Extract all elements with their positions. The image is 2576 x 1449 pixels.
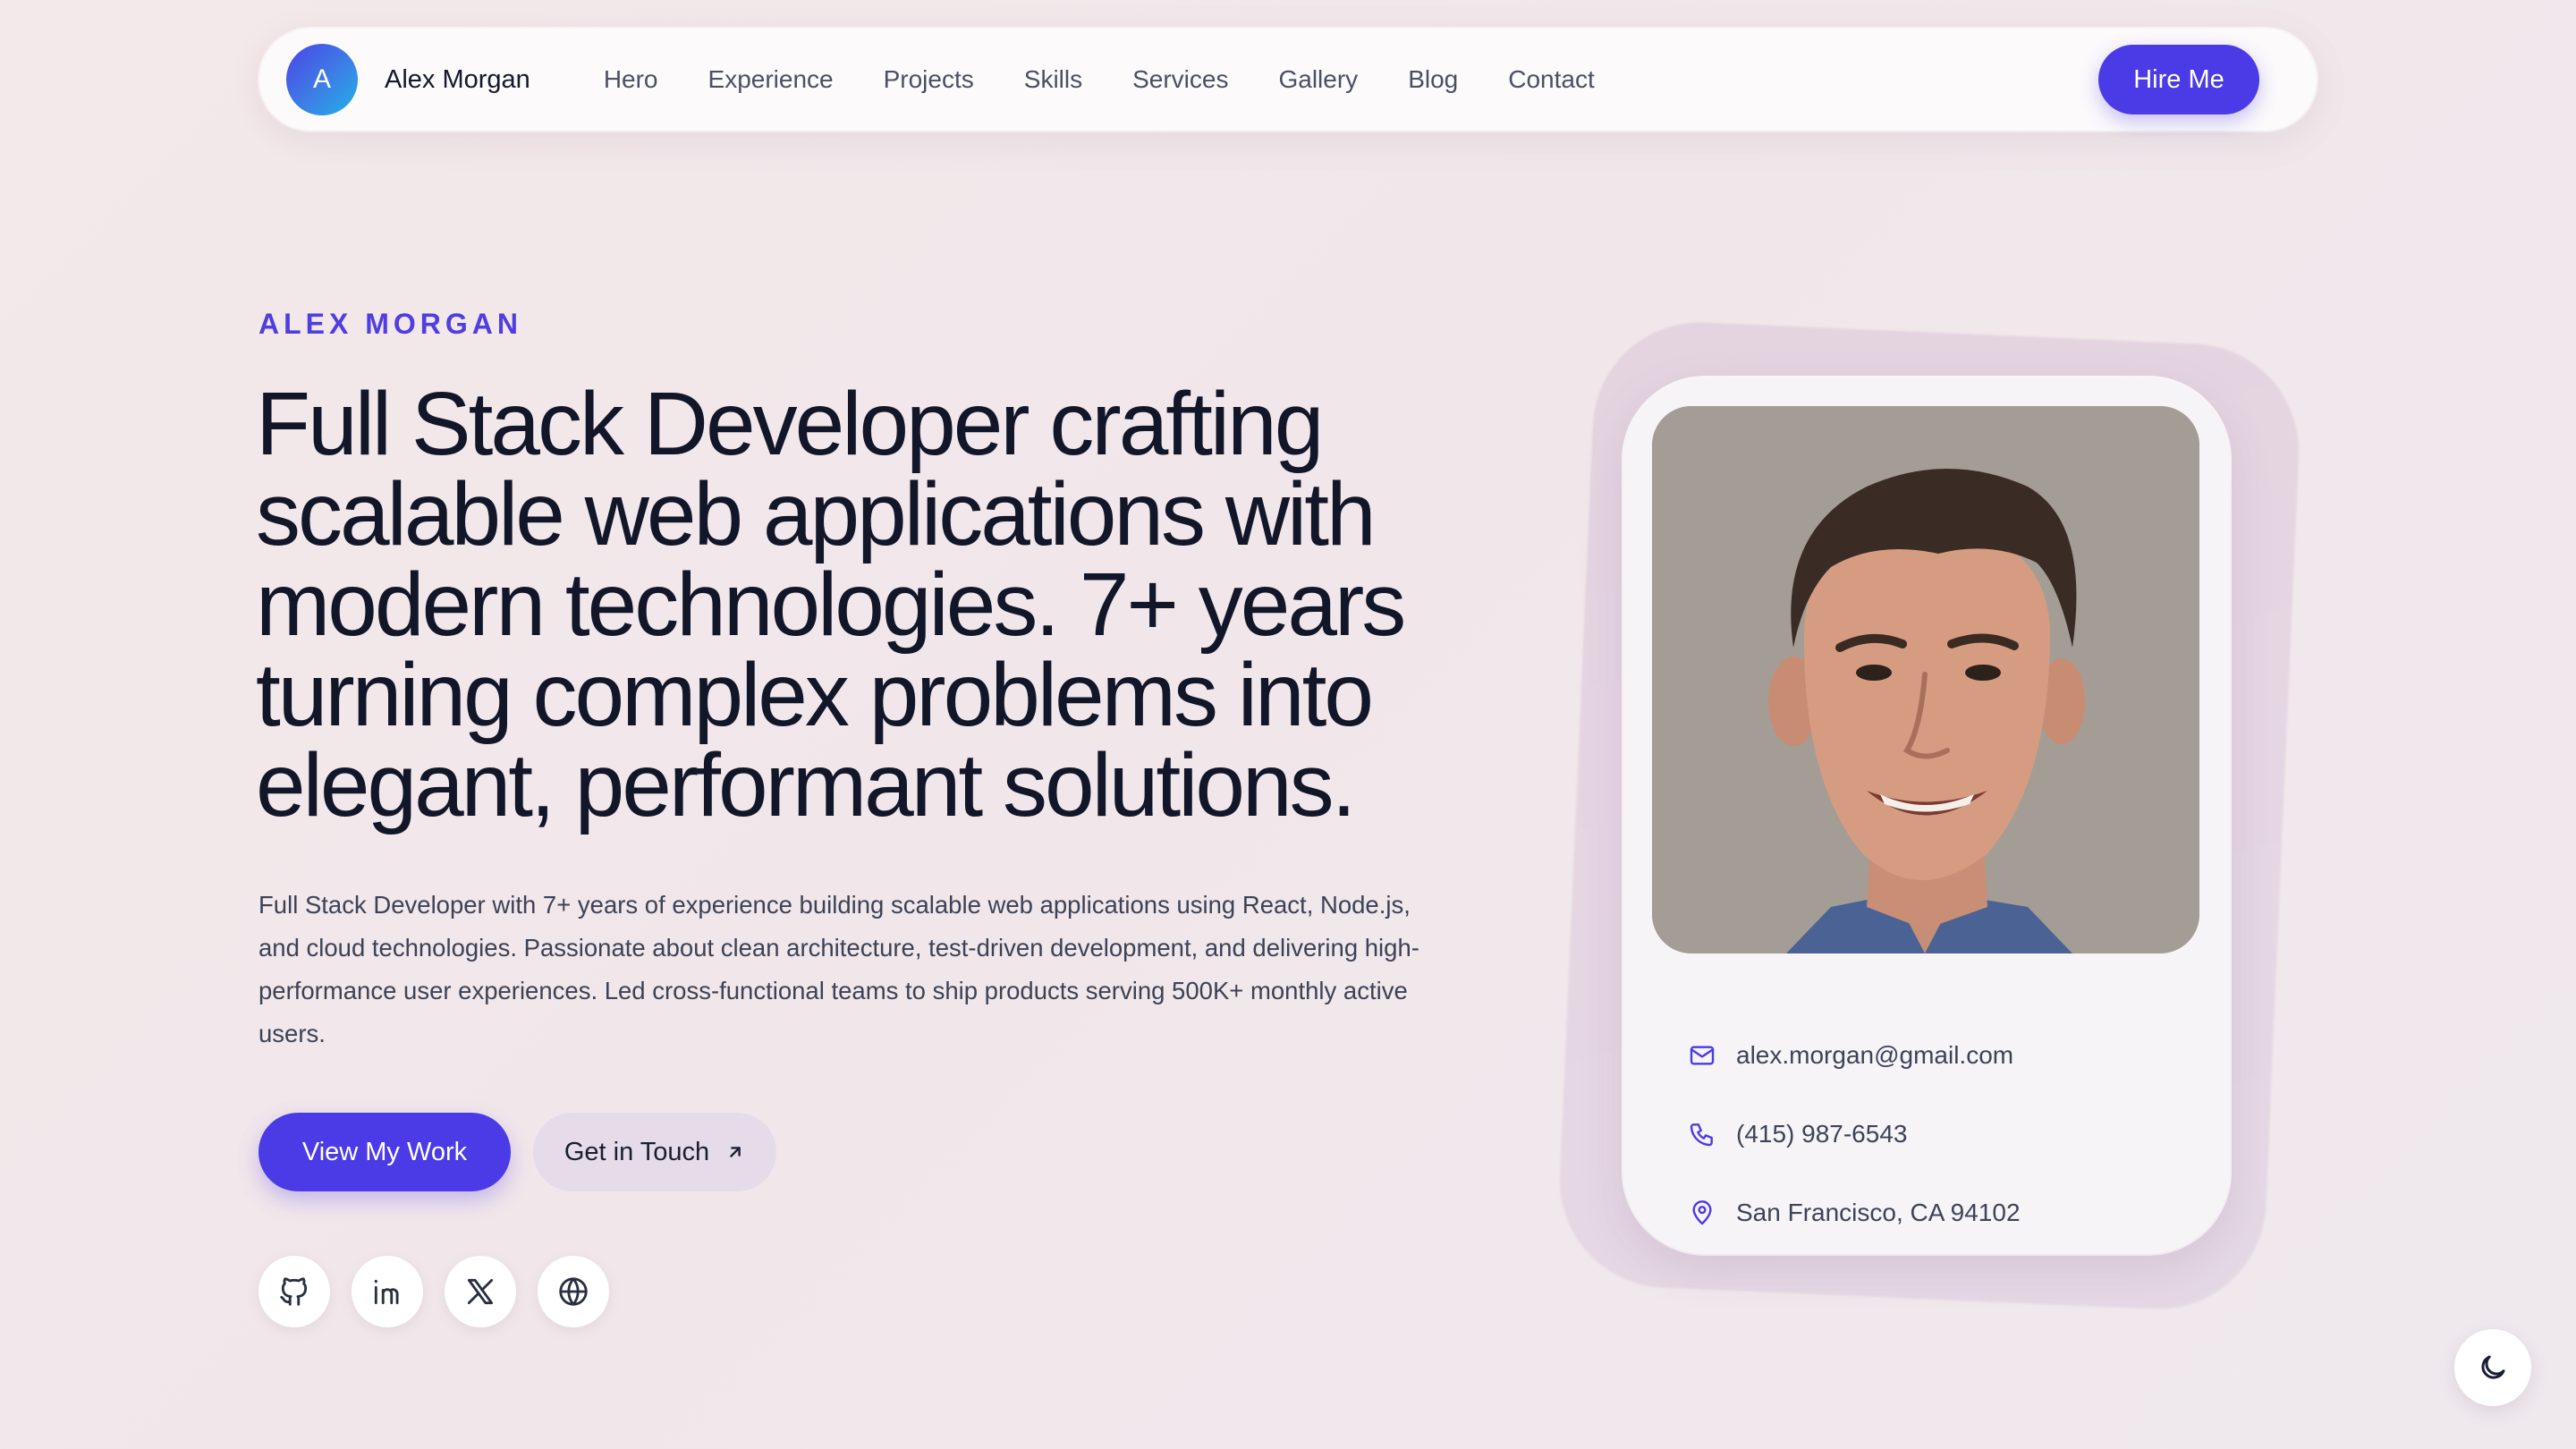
view-my-work-button[interactable]: View My Work: [258, 1113, 511, 1191]
linkedin-link[interactable]: [352, 1256, 423, 1327]
phone-text: (415) 987-6543: [1736, 1120, 1908, 1148]
arrow-up-right-icon: [730, 1147, 741, 1157]
get-in-touch-label: Get in Touch: [564, 1137, 710, 1166]
globe-icon: [559, 1277, 588, 1306]
top-navigation: A Alex Morgan Hero Experience Projects S…: [259, 29, 2317, 131]
nav-link-experience[interactable]: Experience: [708, 65, 834, 94]
profile-photo: [1652, 406, 2199, 953]
nav-links: Hero Experience Projects Skills Services…: [604, 65, 1645, 94]
view-my-work-label: View My Work: [301, 1137, 468, 1166]
profile-portrait: [1652, 406, 2199, 953]
nav-link-projects[interactable]: Projects: [884, 65, 974, 94]
brand[interactable]: A Alex Morgan: [286, 44, 530, 115]
avatar: A: [286, 44, 358, 115]
contact-email[interactable]: alex.morgan@gmail.com: [1688, 1041, 2013, 1070]
theme-toggle-button[interactable]: [2454, 1329, 2531, 1406]
mail-icon: [1690, 1046, 1715, 1065]
x-icon: [467, 1278, 494, 1305]
github-link[interactable]: [258, 1256, 330, 1327]
get-in-touch-button[interactable]: Get in Touch: [533, 1113, 776, 1191]
profile-card: alex.morgan@gmail.com (415) 987-6543 San…: [1623, 377, 2230, 1254]
phone-icon: [1690, 1123, 1713, 1147]
contact-phone[interactable]: (415) 987-6543: [1688, 1120, 1907, 1148]
x-link[interactable]: [445, 1256, 516, 1327]
website-link[interactable]: [538, 1256, 609, 1327]
nav-link-blog[interactable]: Blog: [1408, 65, 1458, 94]
moon-icon: [2481, 1355, 2505, 1379]
contact-location: San Francisco, CA 94102: [1688, 1199, 2021, 1227]
nav-link-services[interactable]: Services: [1132, 65, 1228, 94]
nav-link-gallery[interactable]: Gallery: [1278, 65, 1358, 94]
hero-bio: Full Stack Developer with 7+ years of ex…: [258, 891, 1419, 1047]
hero-eyebrow: ALEX MORGAN: [258, 308, 522, 340]
social-links: [258, 1256, 631, 1327]
map-pin-icon: [1692, 1200, 1712, 1225]
github-icon: [280, 1277, 308, 1306]
nav-link-hero[interactable]: Hero: [604, 65, 658, 94]
email-text: alex.morgan@gmail.com: [1736, 1041, 2014, 1069]
nav-link-contact[interactable]: Contact: [1508, 65, 1595, 94]
hire-me-button[interactable]: Hire Me: [2098, 45, 2259, 114]
brand-name: Alex Morgan: [385, 64, 530, 94]
location-text: San Francisco, CA 94102: [1736, 1199, 2021, 1226]
nav-link-skills[interactable]: Skills: [1024, 65, 1082, 94]
hero-cta-row: View My Work Get in Touch: [258, 1113, 776, 1191]
hero-headline: Full Stack Developer crafting scalable w…: [256, 374, 1406, 835]
linkedin-icon: [374, 1279, 399, 1305]
